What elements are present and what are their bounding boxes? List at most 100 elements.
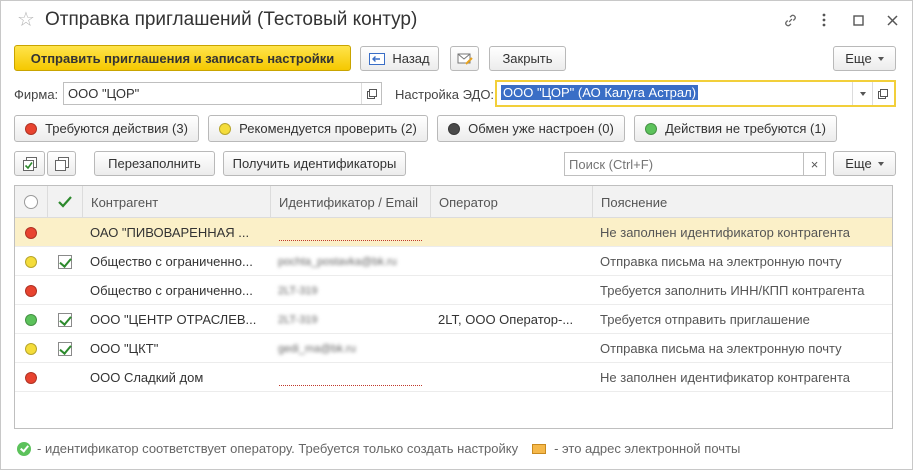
more-button[interactable]: Еще	[833, 46, 896, 71]
checkbox-cell[interactable]	[47, 276, 82, 305]
invitations-window: ☆ Отправка приглашений (Тестовый контур)…	[0, 0, 913, 470]
filter-no-action-required[interactable]: Действия не требуются (1)	[634, 115, 837, 142]
explanation-cell-text: Не заполнен идентификатор контрагента	[600, 370, 850, 385]
explanation-cell: Не заполнен идентификатор контрагента	[592, 363, 892, 392]
status-cell	[15, 363, 47, 392]
chevron-down-icon	[877, 161, 884, 166]
close-icon[interactable]	[884, 11, 900, 29]
table-more-label: Еще	[845, 156, 872, 171]
operator-cell	[430, 363, 592, 392]
filter-actions-required[interactable]: Требуются действия (3)	[14, 115, 199, 142]
filter-exchange-configured[interactable]: Обмен уже настроен (0)	[437, 115, 625, 142]
send-invitations-button[interactable]: Отправить приглашения и записать настрой…	[14, 45, 351, 71]
status-cell	[15, 305, 47, 334]
green-status-icon	[25, 313, 37, 326]
operator-cell	[430, 247, 592, 276]
back-button[interactable]: Назад	[360, 46, 439, 71]
firm-value: ООО "ЦОР"	[68, 86, 140, 101]
check-all-button[interactable]	[14, 151, 45, 176]
firm-field[interactable]: ООО "ЦОР"	[63, 82, 382, 105]
more-button-label: Еще	[845, 51, 872, 66]
red-status-icon	[25, 371, 37, 384]
chevron-down-icon	[877, 56, 884, 61]
envelope-edit-icon	[457, 53, 473, 65]
title-bar: ☆ Отправка приглашений (Тестовый контур)	[1, 1, 912, 41]
table-row[interactable]: ООО "ЦКТ" gedi_ma@bk.ru Отправка письма на…	[15, 334, 892, 363]
edo-setting-field[interactable]: ООО "ЦОР" (АО Калуга Астрал)	[495, 80, 896, 107]
checkbox-cell[interactable]	[47, 363, 82, 392]
checkbox-cell[interactable]	[47, 305, 82, 334]
explanation-cell-text: Отправка письма на электронную почту	[600, 254, 842, 269]
checkbox-checked-icon[interactable]	[57, 254, 72, 269]
envelope-icon	[532, 443, 547, 454]
counterparty-cell-text: ООО "ЦЕНТР ОТРАСЛЕВ...	[90, 312, 257, 327]
identifier-column-header[interactable]: Идентификатор / Email	[270, 186, 430, 218]
checkbox-checked-icon[interactable]	[57, 341, 72, 356]
table-more-button[interactable]: Еще	[833, 151, 896, 176]
identifier-cell: gedi_ma@bk.ru	[270, 334, 430, 363]
message-button[interactable]	[450, 46, 479, 71]
explanation-cell: Отправка письма на электронную почту	[592, 247, 892, 276]
status-cell	[15, 218, 47, 247]
table-row[interactable]: Общество с ограниченно... 2LT-319 Требуетс…	[15, 276, 892, 305]
link-icon[interactable]	[782, 11, 798, 29]
explanation-cell: Не заполнен идентификатор контрагента	[592, 218, 892, 247]
maximize-icon[interactable]	[850, 11, 866, 29]
window-title: Отправка приглашений (Тестовый контур)	[45, 9, 418, 30]
uncheck-all-icon	[54, 156, 69, 171]
identifier-cell-text: 2LT-319	[278, 284, 318, 297]
explanation-cell: Требуется заполнить ИНН/КПП контрагента	[592, 276, 892, 305]
identifier-cell-text: pochta_postavka@bk.ru	[278, 255, 397, 268]
filter-label: Рекомендуется проверить (2)	[239, 121, 417, 136]
checkbox-cell[interactable]	[47, 218, 82, 247]
counterparty-column-header[interactable]: Контрагент	[82, 186, 270, 218]
close-button[interactable]: Закрыть	[489, 46, 566, 71]
operator-cell: 2LT, ООО Оператор-...	[430, 305, 592, 334]
back-arrow-icon	[369, 52, 386, 65]
explanation-cell: Требуется отправить приглашение	[592, 305, 892, 334]
status-cell	[15, 247, 47, 276]
refill-button[interactable]: Перезаполнить	[94, 151, 215, 176]
edo-dropdown-icon[interactable]	[852, 82, 872, 105]
status-cell	[15, 276, 47, 305]
open-edo-icon[interactable]	[872, 82, 892, 105]
operator-cell	[430, 218, 592, 247]
legend-green-text: - идентификатор соответствует оператору.…	[37, 441, 519, 456]
checkbox-checked-icon[interactable]	[57, 312, 72, 327]
identifier-cell-text: 2LT-319	[278, 313, 318, 326]
counterparty-cell: ООО Сладкий дом	[82, 363, 270, 392]
status-column-header[interactable]	[15, 186, 47, 218]
explanation-column-header[interactable]: Пояснение	[592, 186, 892, 218]
checkbox-cell[interactable]	[47, 334, 82, 363]
firm-label: Фирма:	[14, 87, 59, 102]
table-row[interactable]: Общество с ограниченно... pochta_postavka…	[15, 247, 892, 276]
checkbox-cell[interactable]	[47, 247, 82, 276]
more-vertical-icon[interactable]	[816, 11, 832, 29]
uncheck-all-button[interactable]	[47, 151, 76, 176]
check-column-header[interactable]	[47, 186, 82, 218]
checkmark-icon	[58, 196, 72, 208]
check-all-icon	[22, 156, 37, 171]
red-status-icon	[25, 284, 37, 297]
identifier-cell	[270, 363, 430, 392]
open-firm-icon[interactable]	[361, 83, 381, 104]
operator-column-header[interactable]: Оператор	[430, 186, 592, 218]
identifier-cell: 2LT-319	[270, 305, 430, 334]
green-status-icon	[645, 122, 658, 135]
favorite-star-icon[interactable]: ☆	[17, 10, 35, 30]
yellow-status-icon	[25, 255, 37, 268]
counterparty-cell-text: Общество с ограниченно...	[90, 283, 253, 298]
identifier-cell	[270, 218, 430, 247]
table-row[interactable]: ООО Сладкий дом Не заполнен идентификатор…	[15, 363, 892, 392]
table-row[interactable]: ООО "ЦЕНТР ОТРАСЛЕВ... 2LT-319 2LT, ООО Оп…	[15, 305, 892, 334]
get-identifiers-button[interactable]: Получить идентификаторы	[223, 151, 406, 176]
search-input[interactable]	[564, 152, 804, 176]
clear-search-icon[interactable]: ×	[803, 152, 826, 176]
filter-check-recommended[interactable]: Рекомендуется проверить (2)	[208, 115, 428, 142]
table-row[interactable]: ОАО "ПИВОВАРЕННАЯ ... Не заполнен идентиф…	[15, 218, 892, 247]
missing-identifier-underline	[279, 385, 422, 386]
back-button-label: Назад	[392, 51, 430, 66]
window-controls	[782, 11, 900, 29]
operator-cell-text: 2LT, ООО Оператор-...	[438, 312, 574, 327]
filter-label: Требуются действия (3)	[45, 121, 188, 136]
